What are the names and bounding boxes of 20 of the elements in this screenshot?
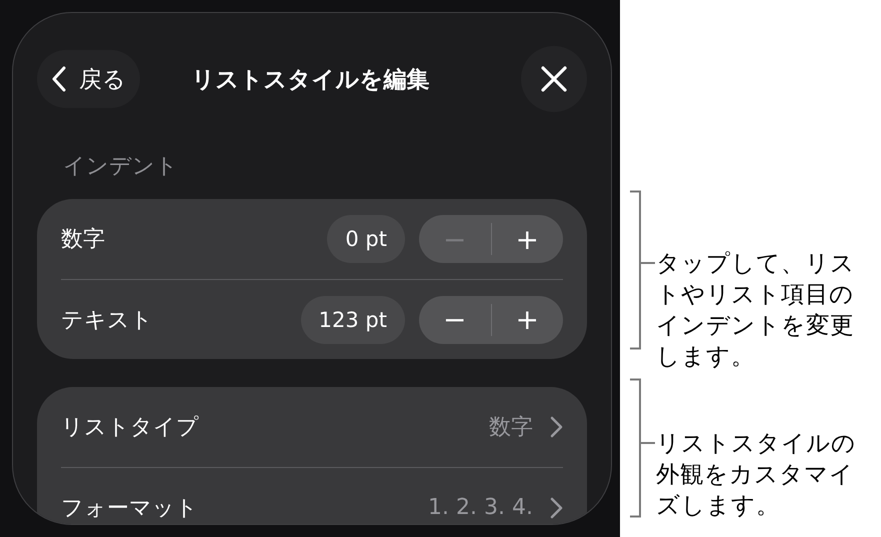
increment-button[interactable]: + [492, 215, 563, 263]
indent-value: 0 pt [327, 215, 405, 263]
row-label: 数字 [61, 226, 106, 254]
section-label: インデント [63, 153, 179, 181]
panel-title: リストスタイルを編集 [190, 66, 430, 94]
row-label: テキスト [61, 306, 154, 334]
row-value: 1. 2. 3. 4. [428, 495, 533, 520]
indent-value: 123 pt [300, 296, 405, 344]
row-label: フォーマット [61, 494, 199, 522]
decrement-button[interactable]: − [419, 296, 490, 344]
row-label: リストタイプ [61, 414, 200, 442]
callout-text: タップして、リストやリスト項目のインデントを変更します。 [656, 248, 856, 372]
close-icon [540, 65, 568, 93]
chevron-right-icon [549, 496, 563, 520]
row-value: 数字 [489, 414, 533, 442]
chevron-left-icon [51, 66, 67, 92]
chevron-right-icon [549, 415, 563, 439]
callout-text: リストスタイルの外観をカスタマイズします。 [656, 428, 857, 521]
increment-button[interactable]: + [492, 296, 563, 344]
back-button[interactable]: 戻る [37, 50, 140, 108]
